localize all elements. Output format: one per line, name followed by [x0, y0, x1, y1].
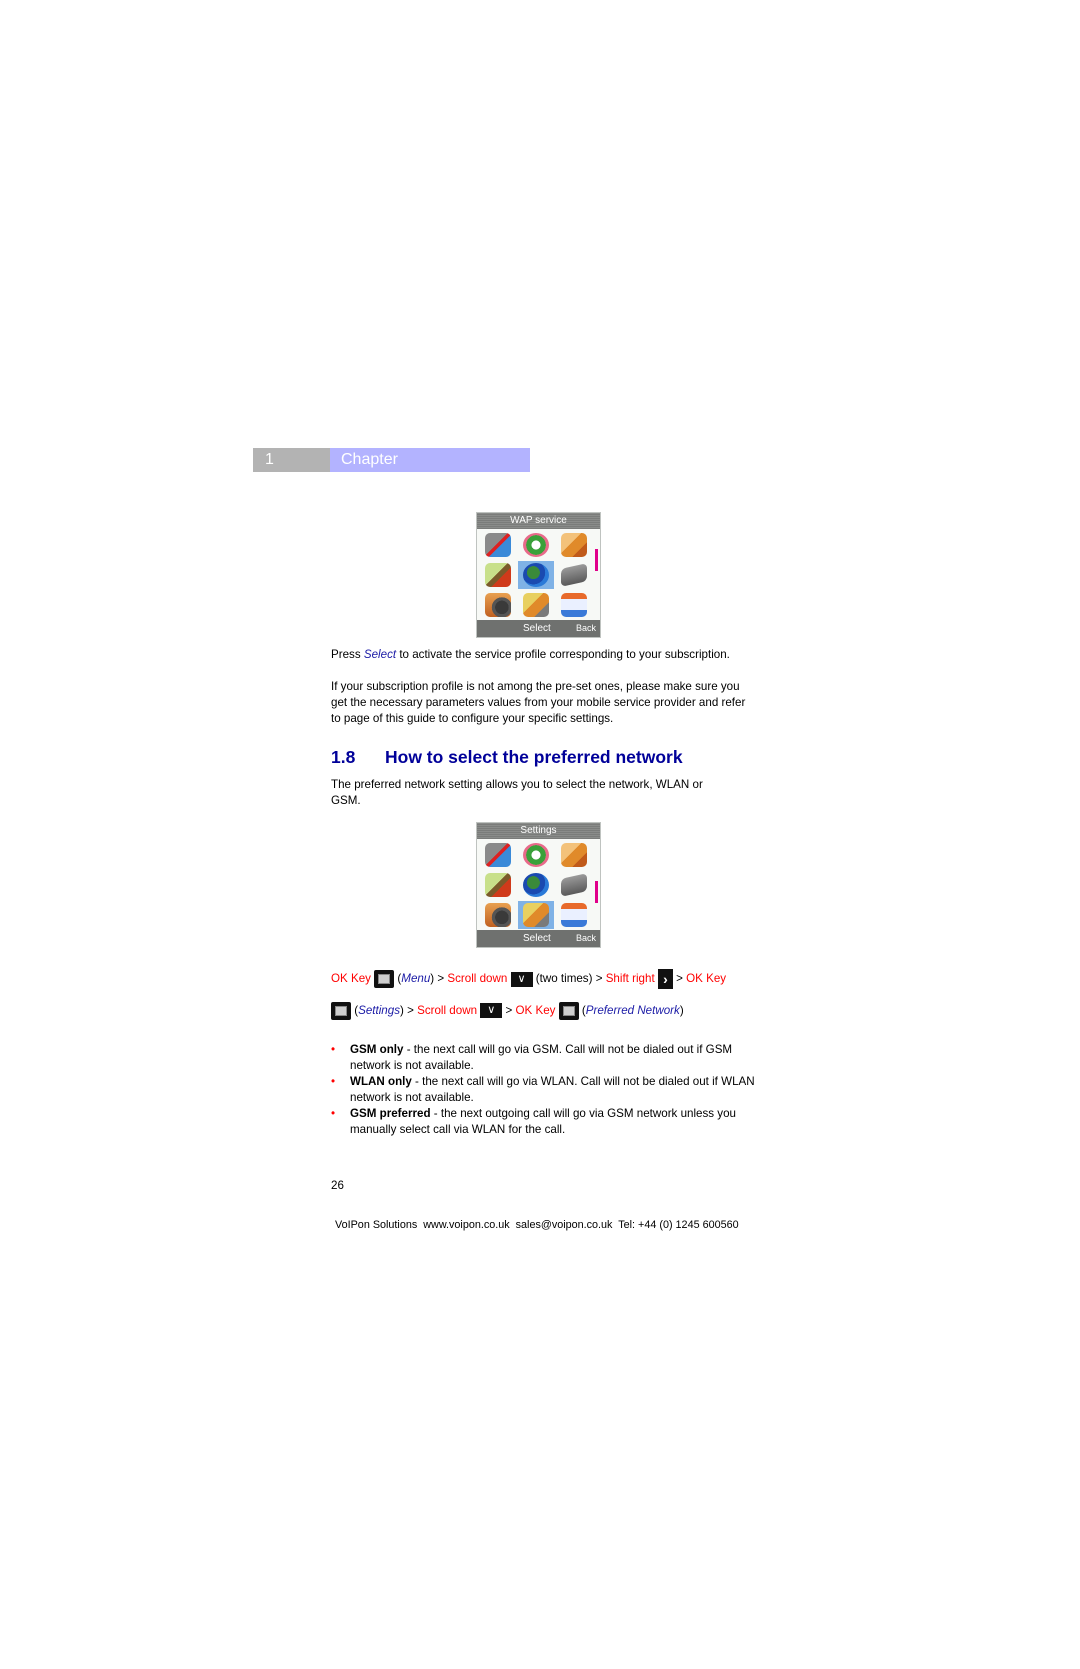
phone-tower-icon [485, 873, 511, 897]
cassette-icon [561, 563, 587, 587]
phonebook-arrows-icon [523, 533, 549, 557]
chevron-down-icon: ∨ [510, 971, 533, 987]
option-name: GSM only [350, 1043, 404, 1056]
scrollbar-indicator [595, 881, 598, 903]
menu-cell [556, 561, 592, 589]
calendar-icon [561, 903, 587, 927]
ok-key-icon [374, 970, 395, 988]
ok-key-label: OK Key [515, 1004, 556, 1017]
menu-cell [518, 591, 554, 619]
softkey-back[interactable]: Back [576, 930, 596, 947]
menu-label: Menu [401, 972, 431, 986]
scroll-down-label: Scroll down [417, 1004, 478, 1017]
list-item: • GSM only - the next call will go via GS… [331, 1043, 733, 1072]
organizer-book-icon [561, 843, 587, 867]
chapter-number: 1 [253, 448, 330, 472]
select-emphasis: Select [363, 648, 397, 661]
page-number: 26 [331, 1179, 344, 1192]
softkey-bar: Select Back [477, 930, 600, 947]
chevron-down-icon: ∨ [480, 1003, 503, 1019]
menu-cell [480, 561, 516, 589]
phone-tower-icon [485, 563, 511, 587]
menu-cell [480, 871, 516, 899]
instruction-line-1: OK Key (Menu) > Scroll down ∨ (two times… [331, 969, 727, 989]
settings-label: Settings [358, 1004, 400, 1017]
menu-cell [518, 531, 554, 559]
bullet-icon: • [331, 1043, 336, 1056]
softkey-bar: Select Back [477, 620, 600, 637]
menu-cell [480, 901, 516, 929]
paragraph-press-select: Press Select to activate the service pro… [331, 648, 730, 661]
option-name: WLAN only [350, 1075, 412, 1088]
settings-phone-icon [523, 593, 549, 617]
settings-phone-icon [523, 903, 549, 927]
softkey-select[interactable]: Select [523, 620, 551, 637]
softkey-back[interactable]: Back [576, 620, 596, 637]
list-item: • WLAN only - the next call will go via W… [331, 1075, 755, 1104]
menu-cell [480, 591, 516, 619]
ok-key-label: OK Key [686, 972, 727, 986]
menu-cell [518, 841, 554, 869]
menu-cell [556, 591, 592, 619]
page-footer: VoIPon Solutions www.voipon.co.uk sales@… [335, 1219, 739, 1231]
screen-title: Settings [477, 823, 600, 839]
bullet-icon: • [331, 1075, 336, 1088]
menu-cell [556, 841, 592, 869]
menu-cell [480, 531, 516, 559]
ok-key-label: OK Key [331, 972, 371, 986]
menu-icon-grid [480, 531, 592, 619]
globe-icon [523, 873, 549, 897]
phone-screenshot-wap-service: WAP service Select Back [476, 512, 601, 638]
phonebook-arrows-icon [523, 843, 549, 867]
softkey-select[interactable]: Select [523, 930, 551, 947]
cassette-icon [561, 873, 587, 897]
shift-right-label: Shift right [605, 972, 655, 986]
menu-cell-selected [518, 561, 554, 589]
paragraph-subscription-profile: If your subscription profile is not amon… [331, 680, 746, 725]
camera-icon [485, 903, 511, 927]
scrollbar-indicator [595, 549, 598, 571]
chevron-right-icon: › [657, 969, 673, 989]
instruction-line-2: (Settings) > Scroll down ∨ > OK Key (Pre… [331, 1001, 684, 1021]
network-options-list: • GSM only - the next call will go via GS… [331, 1042, 761, 1138]
menu-cell [518, 871, 554, 899]
bullet-icon: • [331, 1107, 336, 1120]
preferred-network-label: Preferred Network [585, 1004, 680, 1017]
ok-key-icon [558, 1001, 579, 1020]
globe-icon [523, 563, 549, 587]
chapter-header: 1 Chapter [253, 448, 530, 472]
organizer-book-icon [561, 533, 587, 557]
menu-icon-grid [480, 841, 592, 929]
camera-icon [485, 593, 511, 617]
phone-screenshot-settings: Settings Select Back [476, 822, 601, 948]
section-heading: 1.8 How to select the preferred network [331, 747, 683, 768]
option-name: GSM preferred [350, 1107, 431, 1120]
mailbox-icon [485, 533, 511, 557]
chapter-label: Chapter [330, 448, 530, 472]
list-item: • GSM preferred - the next outgoing call … [331, 1107, 736, 1136]
scroll-down-label: Scroll down [447, 972, 508, 986]
section-title: How to select the preferred network [385, 747, 683, 767]
calendar-icon [561, 593, 587, 617]
ok-key-icon [331, 1001, 351, 1020]
screen-title: WAP service [477, 513, 600, 529]
paragraph-preferred-network: The preferred network setting allows you… [331, 778, 703, 807]
section-number: 1.8 [331, 747, 356, 767]
mailbox-icon [485, 843, 511, 867]
menu-cell [556, 531, 592, 559]
menu-cell [556, 901, 592, 929]
menu-cell [556, 871, 592, 899]
menu-cell [480, 841, 516, 869]
menu-cell-selected [518, 901, 554, 929]
